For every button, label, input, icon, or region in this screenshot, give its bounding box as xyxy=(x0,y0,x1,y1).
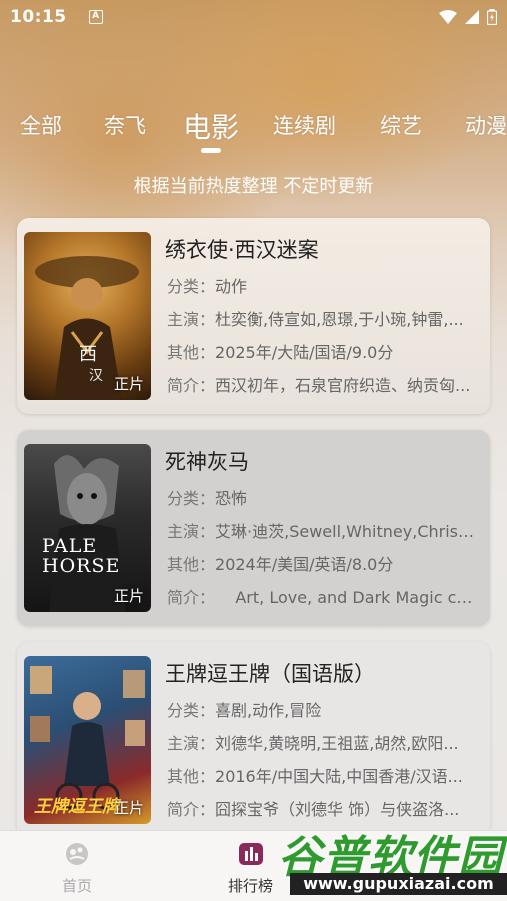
active-tab-indicator xyxy=(201,148,221,153)
poster-title-text: PALE HORSE xyxy=(42,535,121,577)
status-icons xyxy=(439,9,497,25)
other-row: 其他：2016年/中国大陆,中国香港/汉语... xyxy=(167,767,463,786)
cast-row: 主演：艾琳·迪茨,Sewell,Whitney,Chris,C... xyxy=(167,522,479,541)
tab-variety[interactable]: 综艺 xyxy=(380,110,422,140)
watermark-url: www.gupuxiazai.com xyxy=(290,873,507,895)
tab-all[interactable]: 全部 xyxy=(20,110,62,140)
movie-title: 王牌逗王牌（国语版） xyxy=(165,662,375,686)
movie-poster[interactable]: 王牌逗王牌 正片 xyxy=(24,656,151,824)
movie-title: 死神灰马 xyxy=(165,450,249,474)
home-icon xyxy=(66,843,88,865)
tab-netflix[interactable]: 奈飞 xyxy=(104,110,146,140)
genre-row: 分类：恐怖 xyxy=(167,489,248,508)
movie-poster[interactable]: 西 汉 正片 xyxy=(24,232,151,400)
genre-row: 分类：动作 xyxy=(167,277,248,296)
nav-ranking-label: 排行榜 xyxy=(228,877,274,895)
movie-poster[interactable]: PALE HORSE 正片 xyxy=(24,444,151,612)
movie-card[interactable]: 王牌逗王牌 正片 王牌逗王牌（国语版） 分类：喜剧,动作,冒险 主演：刘德华,黄… xyxy=(17,642,490,838)
notification-icon: A xyxy=(88,10,103,24)
movie-card[interactable]: 西 汉 正片 绣衣使·西汉迷案 分类：动作 主演：杜奕衡,侍宣如,恩璟,于小琬,… xyxy=(17,218,490,414)
battery-charging-icon xyxy=(487,9,497,25)
nav-home[interactable]: 首页 xyxy=(62,841,92,896)
tab-series[interactable]: 连续剧 xyxy=(273,110,336,140)
genre-row: 分类：喜剧,动作,冒险 xyxy=(167,701,322,720)
poster-badge: 正片 xyxy=(113,587,144,605)
ranking-icon xyxy=(238,843,263,865)
other-row: 其他：2024年/美国/英语/8.0分 xyxy=(167,555,394,574)
movie-title: 绣衣使·西汉迷案 xyxy=(165,238,319,262)
svg-text:王牌逗王牌: 王牌逗王牌 xyxy=(34,797,122,817)
intro-row: 简介：囧探宝爷（刘德华 饰）与侠盗洛... xyxy=(167,800,460,819)
category-tabs: 全部 奈飞 电影 连续剧 综艺 动漫 xyxy=(0,100,507,156)
signal-icon xyxy=(465,10,479,24)
tab-movie[interactable]: 电影 xyxy=(183,106,239,146)
intro-row: 简介：西汉初年，石泉官府织造、纳贡匈... xyxy=(167,376,471,395)
wifi-icon xyxy=(439,10,457,24)
nav-ranking[interactable]: 排行榜 xyxy=(228,841,273,896)
poster-badge: 正片 xyxy=(113,375,144,393)
intro-row: 简介： Art, Love, and Dark Magic co... xyxy=(167,588,479,607)
ranking-subtitle: 根据当前热度整理 不定时更新 xyxy=(133,176,374,197)
cast-row: 主演：刘德华,黄晓明,王祖蓝,胡然,欧阳... xyxy=(167,734,459,753)
poster-badge: 正片 xyxy=(113,799,144,817)
status-bar: 10:15 A xyxy=(0,0,507,34)
svg-text:西: 西 xyxy=(79,344,97,365)
nav-home-label: 首页 xyxy=(62,877,93,895)
movie-card[interactable]: PALE HORSE 正片 死神灰马 分类：恐怖 主演：艾琳·迪茨,Sewell… xyxy=(17,430,490,626)
status-time: 10:15 xyxy=(10,7,67,27)
watermark: 谷普软件园 www.gupuxiazai.com xyxy=(278,821,507,901)
svg-text:汉: 汉 xyxy=(89,368,103,384)
tab-anime[interactable]: 动漫 xyxy=(465,110,507,140)
cast-row: 主演：杜奕衡,侍宣如,恩璟,于小琬,钟雷,... xyxy=(167,310,464,329)
other-row: 其他：2025年/大陆/国语/9.0分 xyxy=(167,343,394,362)
